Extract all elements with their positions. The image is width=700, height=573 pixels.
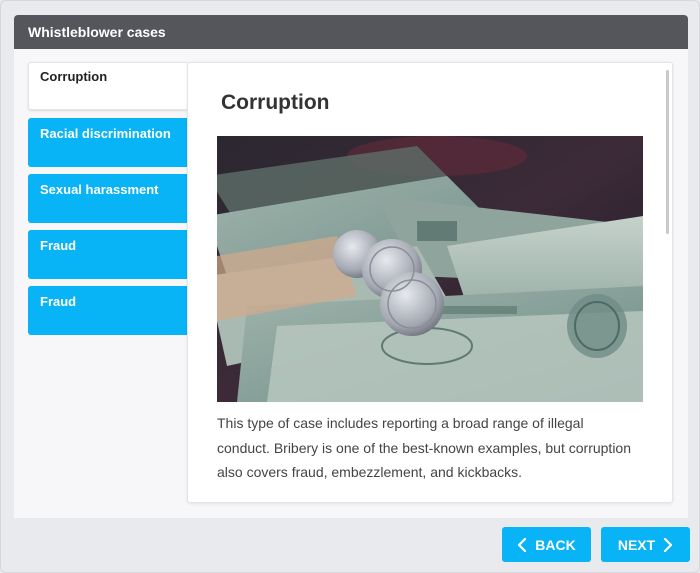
content-area: Corruption Racial discrimination Sexual … <box>14 49 688 518</box>
next-label: NEXT <box>617 536 656 553</box>
chevron-right-icon <box>664 537 673 552</box>
next-button[interactable]: NEXT <box>601 527 690 562</box>
dialog-window: Whistleblower cases Corruption Racial di… <box>0 0 700 573</box>
money-coins-photo <box>217 136 643 402</box>
tab-label: Racial discrimination <box>40 126 171 141</box>
chevron-left-icon <box>518 537 527 552</box>
tab-corruption[interactable]: Corruption <box>28 62 187 110</box>
scrollbar[interactable] <box>666 70 669 234</box>
tab-label: Sexual harassment <box>40 182 159 197</box>
panel-title: Corruption <box>221 91 330 114</box>
tab-fraud-1[interactable]: Fraud <box>28 230 187 279</box>
tab-racial-discrimination[interactable]: Racial discrimination <box>28 118 187 167</box>
tab-label: Fraud <box>40 294 77 309</box>
tab-fraud-2[interactable]: Fraud <box>28 286 187 335</box>
back-label: BACK <box>535 536 576 553</box>
tab-sexual-harassment[interactable]: Sexual harassment <box>28 174 187 223</box>
tab-label: Corruption <box>40 69 108 84</box>
back-button[interactable]: BACK <box>502 527 591 562</box>
window-title: Whistleblower cases <box>14 15 688 49</box>
tab-label: Fraud <box>40 238 77 253</box>
content-panel: Corruption This type of case includes re… <box>187 62 673 503</box>
panel-description: This type of case includes reporting a b… <box>217 415 631 480</box>
